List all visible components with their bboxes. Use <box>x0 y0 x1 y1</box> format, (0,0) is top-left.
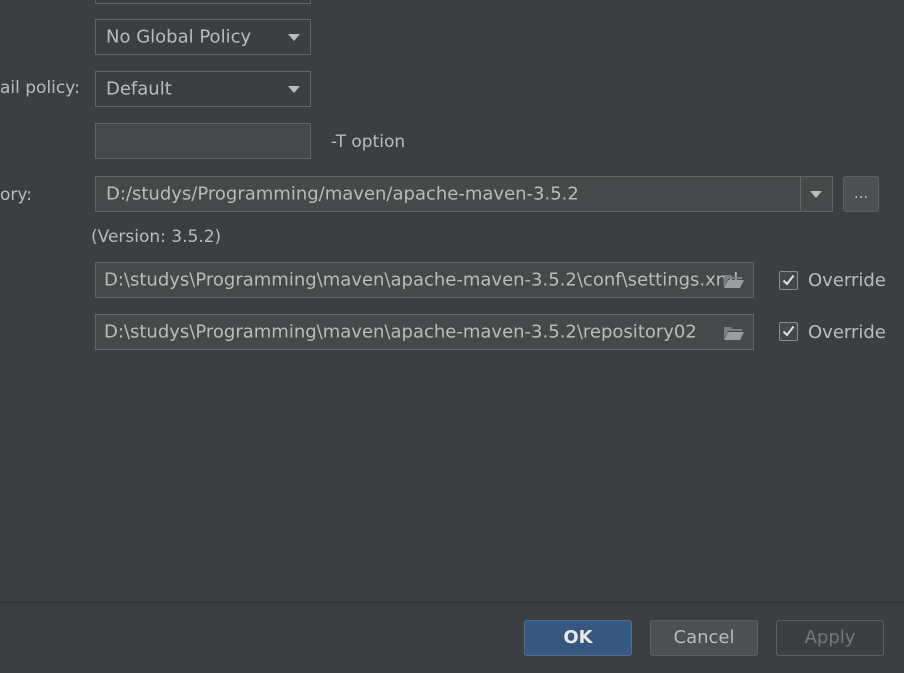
chevron-down-icon[interactable] <box>810 191 822 198</box>
combo-divider <box>800 177 801 211</box>
user-settings-value: D:\studys\Programming\maven\apache-maven… <box>104 269 739 291</box>
t-option-label: -T option <box>331 132 406 152</box>
global-policy-combo[interactable]: No Global Policy <box>95 19 311 55</box>
local-repository-input[interactable]: D:\studys\Programming\maven\apache-maven… <box>95 314 754 350</box>
fail-policy-label: ail policy: <box>0 78 80 98</box>
maven-home-combo[interactable]: D:/studys/Programming/maven/apache-maven… <box>95 176 833 212</box>
folder-icon[interactable] <box>723 325 745 341</box>
local-repository-override-label[interactable]: Override <box>808 322 886 343</box>
maven-home-browse-button[interactable]: ... <box>843 176 879 212</box>
maven-version-text: (Version: 3.5.2) <box>91 227 222 247</box>
cancel-button[interactable]: Cancel <box>650 620 758 656</box>
local-repository-override-checkbox[interactable] <box>779 322 798 341</box>
local-repository-value: D:\studys\Programming\maven\apache-maven… <box>104 321 697 343</box>
checkmark-icon <box>782 325 795 337</box>
user-settings-override-checkbox[interactable] <box>779 271 798 290</box>
user-settings-override-label[interactable]: Override <box>808 270 886 291</box>
partial-top-combo[interactable] <box>95 0 311 4</box>
chevron-down-icon <box>288 34 300 41</box>
fail-policy-combo[interactable]: Default <box>95 71 311 107</box>
fail-policy-value: Default <box>106 78 172 100</box>
folder-icon[interactable] <box>723 273 745 289</box>
ok-button[interactable]: OK <box>524 620 632 656</box>
apply-button[interactable]: Apply <box>776 620 884 656</box>
chevron-down-icon <box>288 86 300 93</box>
checkmark-icon <box>782 274 795 286</box>
user-settings-input[interactable]: D:\studys\Programming\maven\apache-maven… <box>95 262 754 298</box>
maven-home-value: D:/studys/Programming/maven/apache-maven… <box>106 183 579 205</box>
maven-home-label: ory: <box>0 185 32 205</box>
global-policy-value: No Global Policy <box>106 26 252 48</box>
threads-input[interactable] <box>95 123 311 159</box>
footer-divider <box>0 602 904 603</box>
